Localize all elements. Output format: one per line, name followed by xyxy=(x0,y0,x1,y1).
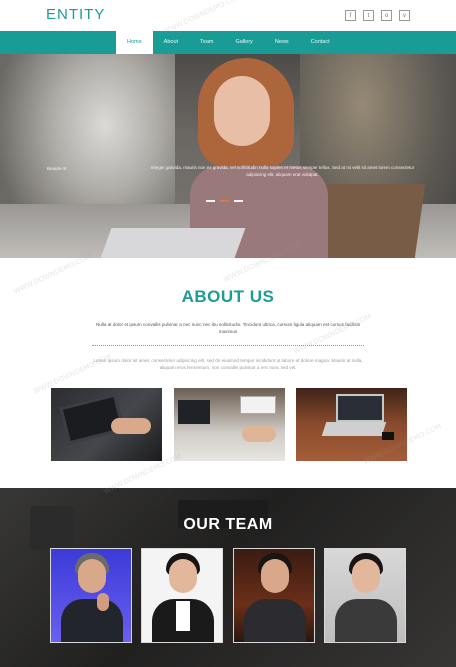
laptop-shape xyxy=(239,396,276,414)
slider-dot[interactable] xyxy=(234,200,243,202)
member-head xyxy=(351,559,380,593)
team-member-photo-4[interactable] xyxy=(323,548,406,643)
nav-item-gallery[interactable]: Gallery xyxy=(225,31,264,54)
nav-item-news[interactable]: News xyxy=(264,31,300,54)
member-torso xyxy=(243,599,306,642)
hand-shape xyxy=(241,426,276,442)
main-nav: Home About Team Gallery News Contact xyxy=(116,31,341,54)
laptop-shape xyxy=(336,394,384,422)
keyboard-shape xyxy=(321,422,387,436)
nav-item-about[interactable]: About xyxy=(153,31,189,54)
team-member-photo-1[interactable] xyxy=(50,548,132,643)
team-members xyxy=(50,548,406,643)
about-divider xyxy=(92,345,364,346)
slider-dot-active[interactable] xyxy=(220,200,229,202)
member-shirt xyxy=(176,601,191,631)
slider-dots xyxy=(206,200,243,202)
member-torso xyxy=(334,599,397,642)
slider-dot[interactable] xyxy=(206,200,215,202)
facebook-icon[interactable]: f xyxy=(345,10,356,21)
hero-small-label: Beaute nt xyxy=(47,166,67,171)
member-hand xyxy=(97,593,109,611)
team-title: OUR TEAM xyxy=(183,516,273,533)
member-head xyxy=(78,559,106,593)
nav-item-contact[interactable]: Contact xyxy=(300,31,341,54)
hero-slider: Beaute nt Integer gravida, mauris non ex… xyxy=(0,54,456,258)
laptop-shape xyxy=(177,400,210,424)
hand-shape xyxy=(111,418,151,434)
gallery-image-laptop-desk[interactable] xyxy=(296,388,407,461)
about-paragraph: Nulla at dolor et ipsum convallis pulvin… xyxy=(95,322,360,334)
nav-item-home[interactable]: Home xyxy=(116,31,153,54)
nav-bar: Home About Team Gallery News Contact xyxy=(0,31,456,54)
about-gallery xyxy=(51,388,407,461)
vimeo-icon[interactable]: v xyxy=(399,10,410,21)
member-torso xyxy=(61,599,123,642)
about-title: ABOUT US xyxy=(181,287,275,306)
twitter-icon[interactable]: t xyxy=(363,10,374,21)
about-paragraph-secondary: Lorem ipsum dolor sit amet, consectetur … xyxy=(93,358,363,370)
instagram-icon[interactable]: o xyxy=(381,10,392,21)
phone-shape xyxy=(382,432,394,440)
top-bar: ENTITY f t o v xyxy=(0,0,456,31)
hero-caption: Integer gravida, mauris non ex gravida, … xyxy=(150,165,415,177)
team-member-photo-2[interactable] xyxy=(141,548,224,643)
gallery-image-laptop-typing[interactable] xyxy=(51,388,162,461)
social-links: f t o v xyxy=(345,10,410,21)
nav-item-team[interactable]: Team xyxy=(189,31,224,54)
member-head xyxy=(260,559,289,593)
gallery-image-meeting-desk[interactable] xyxy=(173,388,285,461)
site-logo[interactable]: ENTITY xyxy=(46,6,105,23)
team-member-photo-3[interactable] xyxy=(232,548,315,643)
hero-overlay xyxy=(0,54,456,258)
member-head xyxy=(169,559,198,593)
